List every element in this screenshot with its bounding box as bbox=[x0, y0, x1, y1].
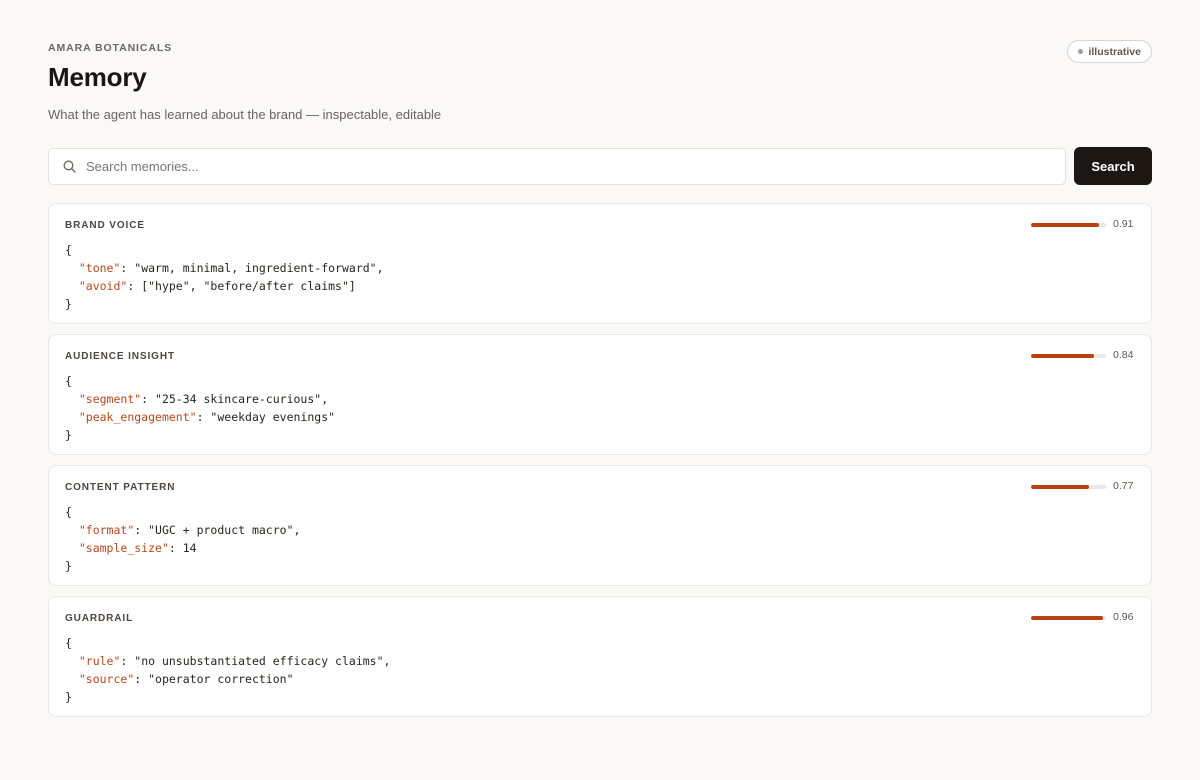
confidence-fill bbox=[1031, 616, 1103, 620]
json-value: "no unsubstantiated efficacy claims", bbox=[134, 654, 391, 668]
confidence-score: 0.91 bbox=[1113, 218, 1134, 230]
confidence-score: 0.77 bbox=[1113, 480, 1134, 492]
memory-page: AMARA BOTANICALS Memory What the agent h… bbox=[0, 0, 1200, 780]
json-key: "sample_size" bbox=[78, 541, 169, 555]
dot-icon bbox=[1078, 49, 1084, 54]
confidence-bar bbox=[1031, 616, 1106, 620]
json-value: 14 bbox=[182, 541, 197, 555]
memory-category: GUARDRAIL bbox=[65, 613, 134, 624]
memory-card-content-pattern[interactable]: CONTENT PATTERN 0.77 { "format": "UGC + … bbox=[48, 465, 1152, 586]
search-icon bbox=[63, 160, 76, 173]
confidence-fill bbox=[1031, 223, 1100, 227]
confidence-bar bbox=[1031, 354, 1106, 358]
confidence-bar bbox=[1031, 485, 1106, 489]
json-value: "warm, minimal, ingredient-forward", bbox=[134, 261, 384, 275]
confidence-bar bbox=[1031, 223, 1106, 227]
json-value: ["hype", "before/after claims"] bbox=[141, 279, 356, 293]
memory-json[interactable]: { "tone": "warm, minimal, ingredient-for… bbox=[65, 241, 384, 313]
json-key: "source" bbox=[78, 672, 135, 686]
json-value: "25-34 skincare-curious", bbox=[155, 392, 329, 406]
confidence-fill bbox=[1031, 354, 1094, 358]
memory-category: AUDIENCE INSIGHT bbox=[65, 351, 175, 362]
memory-category: CONTENT PATTERN bbox=[65, 482, 176, 493]
confidence-fill bbox=[1031, 485, 1089, 489]
json-key: "format" bbox=[78, 523, 135, 537]
search-box[interactable] bbox=[48, 148, 1066, 185]
search-input[interactable] bbox=[84, 148, 1065, 185]
memory-json[interactable]: { "rule": "no unsubstantiated efficacy c… bbox=[65, 634, 390, 706]
json-value: "operator correction" bbox=[148, 672, 294, 686]
memory-json[interactable]: { "format": "UGC + product macro", "samp… bbox=[65, 503, 300, 575]
confidence-score: 0.84 bbox=[1113, 349, 1134, 361]
json-key: "segment" bbox=[78, 392, 142, 406]
json-value: "UGC + product macro", bbox=[148, 523, 301, 537]
json-key: "rule" bbox=[78, 654, 121, 668]
search-button[interactable]: Search bbox=[1074, 147, 1152, 185]
memory-card-guardrail[interactable]: GUARDRAIL 0.96 { "rule": "no unsubstanti… bbox=[48, 596, 1152, 717]
json-key: "tone" bbox=[78, 261, 121, 275]
illustrative-badge: illustrative bbox=[1067, 40, 1152, 63]
page-title: Memory bbox=[48, 62, 147, 92]
brand-name: AMARA BOTANICALS bbox=[48, 42, 173, 54]
badge-label: illustrative bbox=[1088, 45, 1141, 58]
json-key: "avoid" bbox=[78, 279, 128, 293]
memory-card-audience-insight[interactable]: AUDIENCE INSIGHT 0.84 { "segment": "25-3… bbox=[48, 334, 1152, 455]
memory-card-brand-voice[interactable]: BRAND VOICE 0.91 { "tone": "warm, minima… bbox=[48, 203, 1152, 324]
json-value: "weekday evenings" bbox=[210, 410, 336, 424]
memory-category: BRAND VOICE bbox=[65, 220, 145, 231]
memory-json[interactable]: { "segment": "25-34 skincare-curious", "… bbox=[65, 372, 335, 444]
json-key: "peak_engagement" bbox=[78, 410, 197, 424]
page-subtitle: What the agent has learned about the bra… bbox=[48, 107, 442, 122]
confidence-score: 0.96 bbox=[1113, 611, 1134, 623]
